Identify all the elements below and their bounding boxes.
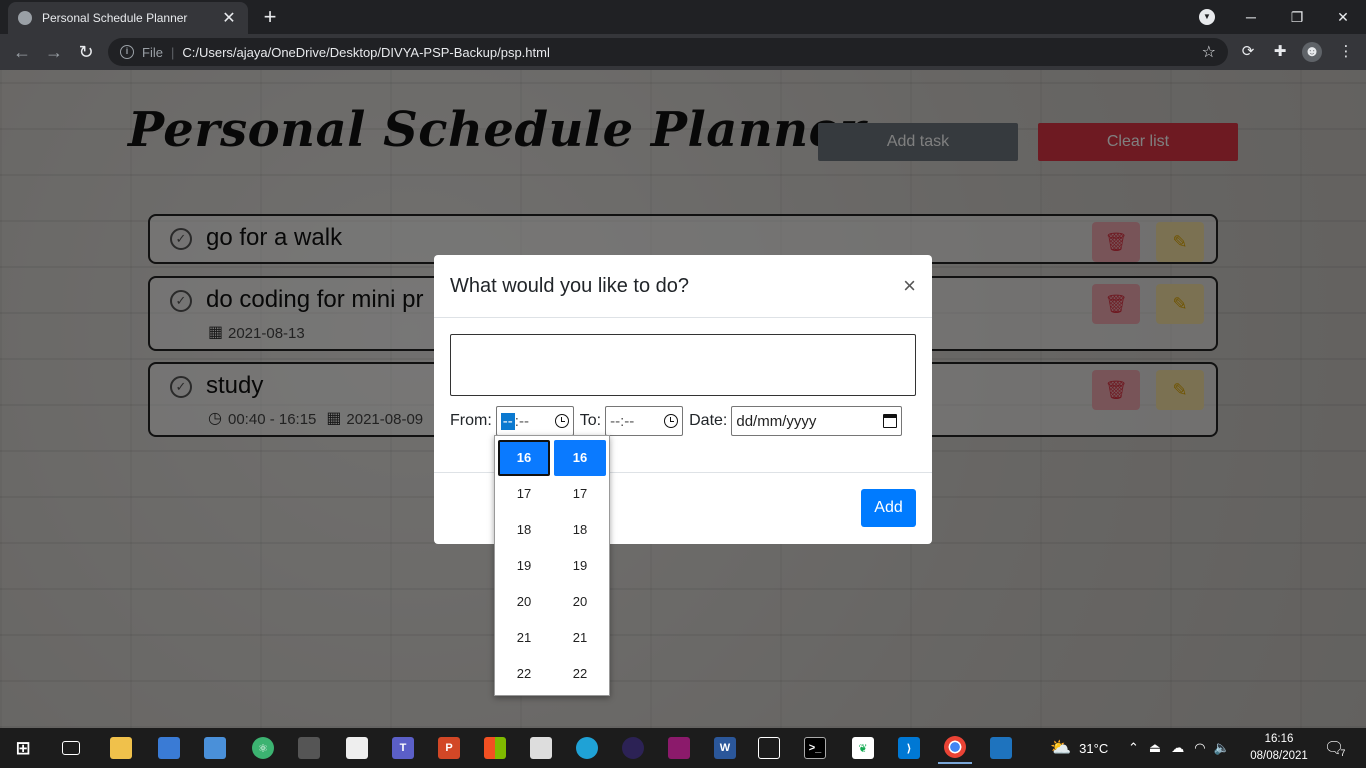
minute-option[interactable]: 21 — [554, 620, 606, 656]
system-tray: ⌃ ⏏ ☁ ◠ 🔈 — [1128, 728, 1230, 768]
tab-title: Personal Schedule Planner — [42, 11, 188, 25]
address-separator: | — [170, 44, 175, 60]
modal-title: What would you like to do? — [450, 275, 690, 297]
address-scheme: File — [142, 44, 163, 60]
hour-option[interactable]: 22 — [498, 656, 550, 692]
usb-icon[interactable]: ⏏ — [1149, 740, 1161, 756]
eclipse-icon[interactable] — [616, 732, 650, 764]
address-url: C:/Users/ajaya/OneDrive/Desktop/DIVYA-PS… — [182, 44, 550, 60]
back-icon[interactable]: ← — [8, 38, 36, 66]
date-label: Date: — [689, 412, 728, 429]
virtualbox-icon[interactable] — [752, 732, 786, 764]
ms-store-icon[interactable] — [478, 732, 512, 764]
sync-icon[interactable]: ⟳ — [1238, 42, 1258, 62]
clock-time: 16:16 — [1264, 733, 1294, 745]
vscode-icon[interactable]: ⟩ — [892, 732, 926, 764]
reload-icon[interactable]: ↻ — [72, 38, 100, 66]
minute-option[interactable]: 18 — [554, 512, 606, 548]
tab-search-icon[interactable]: ▼ — [1199, 9, 1215, 25]
to-label: To: — [579, 412, 602, 429]
weather-cloud-icon: ⛅ — [1050, 738, 1072, 757]
winrar-icon[interactable] — [662, 732, 696, 764]
notification-count: 7 — [1340, 748, 1346, 758]
control-panel-icon[interactable] — [198, 732, 232, 764]
date-value: dd/mm/yyyy — [736, 412, 817, 430]
clock-date: 08/08/2021 — [1250, 750, 1308, 762]
forward-icon[interactable]: → — [40, 38, 68, 66]
close-icon[interactable]: × — [903, 273, 916, 299]
extensions-puzzle-icon[interactable]: ✚ — [1270, 42, 1290, 62]
from-label: From: — [450, 412, 492, 429]
minute-column: 16 17 18 19 20 21 22 — [554, 440, 606, 692]
wifi-icon[interactable]: ◠ — [1194, 740, 1205, 756]
monitor-icon[interactable] — [292, 732, 326, 764]
hour-option[interactable]: 16 — [498, 440, 550, 476]
hour-column: 16 17 18 19 20 21 22 — [498, 440, 550, 692]
image-viewer-icon[interactable] — [524, 732, 558, 764]
powerpoint-icon[interactable]: P — [432, 732, 466, 764]
page-viewport: Personal Schedule Planner Add task Clear… — [0, 70, 1366, 728]
windows-taskbar: ⊞ ⚛ T P W >_ ❦ ⟩ ⛅ 31°C ⌃ ⏏ ☁ ◠ 🔈 16:16 … — [0, 728, 1366, 768]
clock-icon[interactable] — [554, 414, 569, 428]
from-minute-segment[interactable]: :-- — [515, 413, 529, 430]
menu-kebab-icon[interactable]: ⋮ — [1336, 42, 1356, 62]
chevron-up-icon[interactable]: ⌃ — [1128, 740, 1139, 756]
close-window-button[interactable]: ✕ — [1320, 0, 1366, 34]
task-view-icon[interactable] — [54, 732, 88, 764]
hour-option[interactable]: 19 — [498, 548, 550, 584]
from-hour-segment[interactable]: -- — [500, 412, 515, 430]
notification-center[interactable]: 🗨 7 — [1324, 728, 1345, 768]
clock-icon[interactable] — [664, 414, 679, 428]
from-time-input[interactable]: -- :-- — [495, 406, 574, 436]
minute-option[interactable]: 20 — [554, 584, 606, 620]
atom-icon[interactable]: ⚛ — [246, 732, 280, 764]
volume-icon[interactable]: 🔈 — [1214, 740, 1230, 756]
minute-option[interactable]: 17 — [554, 476, 606, 512]
date-input[interactable]: dd/mm/yyyy — [731, 406, 903, 436]
minute-option[interactable]: 16 — [554, 440, 606, 476]
close-tab-icon[interactable]: ✕ — [220, 8, 238, 28]
restore-button[interactable]: ❐ — [1274, 0, 1320, 34]
chrome-icon[interactable] — [938, 732, 972, 764]
browser-tab[interactable]: Personal Schedule Planner ✕ — [8, 2, 248, 34]
teams-icon[interactable]: T — [386, 732, 420, 764]
mongodb-icon[interactable]: ❦ — [846, 732, 880, 764]
minute-option[interactable]: 22 — [554, 656, 606, 692]
time-picker-dropdown: 16 17 18 19 20 21 22 16 17 18 19 20 21 2… — [494, 435, 610, 696]
to-time-value: --:-- — [610, 412, 635, 430]
modal-add-button[interactable]: Add — [861, 489, 916, 527]
this-pc-icon[interactable] — [152, 732, 186, 764]
to-time-input[interactable]: --:-- — [605, 406, 684, 436]
edge-icon[interactable] — [570, 732, 604, 764]
notepad-icon[interactable] — [340, 732, 374, 764]
address-bar[interactable]: i File | C:/Users/ajaya/OneDrive/Desktop… — [108, 38, 1228, 66]
browser-tab-strip: Personal Schedule Planner ✕ + ▼ ─ ❐ ✕ — [0, 0, 1366, 34]
hour-option[interactable]: 17 — [498, 476, 550, 512]
profile-avatar[interactable]: ☻ — [1302, 42, 1322, 62]
browser-toolbar: ← → ↻ i File | C:/Users/ajaya/OneDrive/D… — [0, 34, 1366, 70]
weather-widget[interactable]: ⛅ 31°C — [1050, 728, 1108, 768]
hour-option[interactable]: 18 — [498, 512, 550, 548]
task-description-input[interactable] — [450, 334, 916, 396]
calendar-icon[interactable] — [883, 414, 898, 428]
word-icon[interactable]: W — [708, 732, 742, 764]
onedrive-cloud-icon[interactable]: ☁ — [1171, 740, 1184, 756]
new-tab-button[interactable]: + — [258, 5, 282, 29]
windows-start-icon[interactable]: ⊞ — [6, 732, 40, 764]
terminal-icon[interactable]: >_ — [798, 732, 832, 764]
minute-option[interactable]: 19 — [554, 548, 606, 584]
globe-icon — [18, 11, 32, 25]
photos-icon[interactable] — [984, 732, 1018, 764]
modal-header: What would you like to do? × — [434, 255, 932, 318]
bookmark-star-icon[interactable]: ☆ — [1202, 42, 1216, 62]
weather-temp: 31°C — [1079, 740, 1109, 756]
minimize-button[interactable]: ─ — [1228, 0, 1274, 34]
time-date-row: From: -- :-- To: --:-- Date: dd/mm/yyyy — [450, 406, 903, 436]
info-icon[interactable]: i — [120, 45, 134, 59]
hour-option[interactable]: 20 — [498, 584, 550, 620]
file-explorer-icon[interactable] — [104, 732, 138, 764]
hour-option[interactable]: 21 — [498, 620, 550, 656]
taskbar-clock[interactable]: 16:16 08/08/2021 — [1244, 731, 1314, 765]
